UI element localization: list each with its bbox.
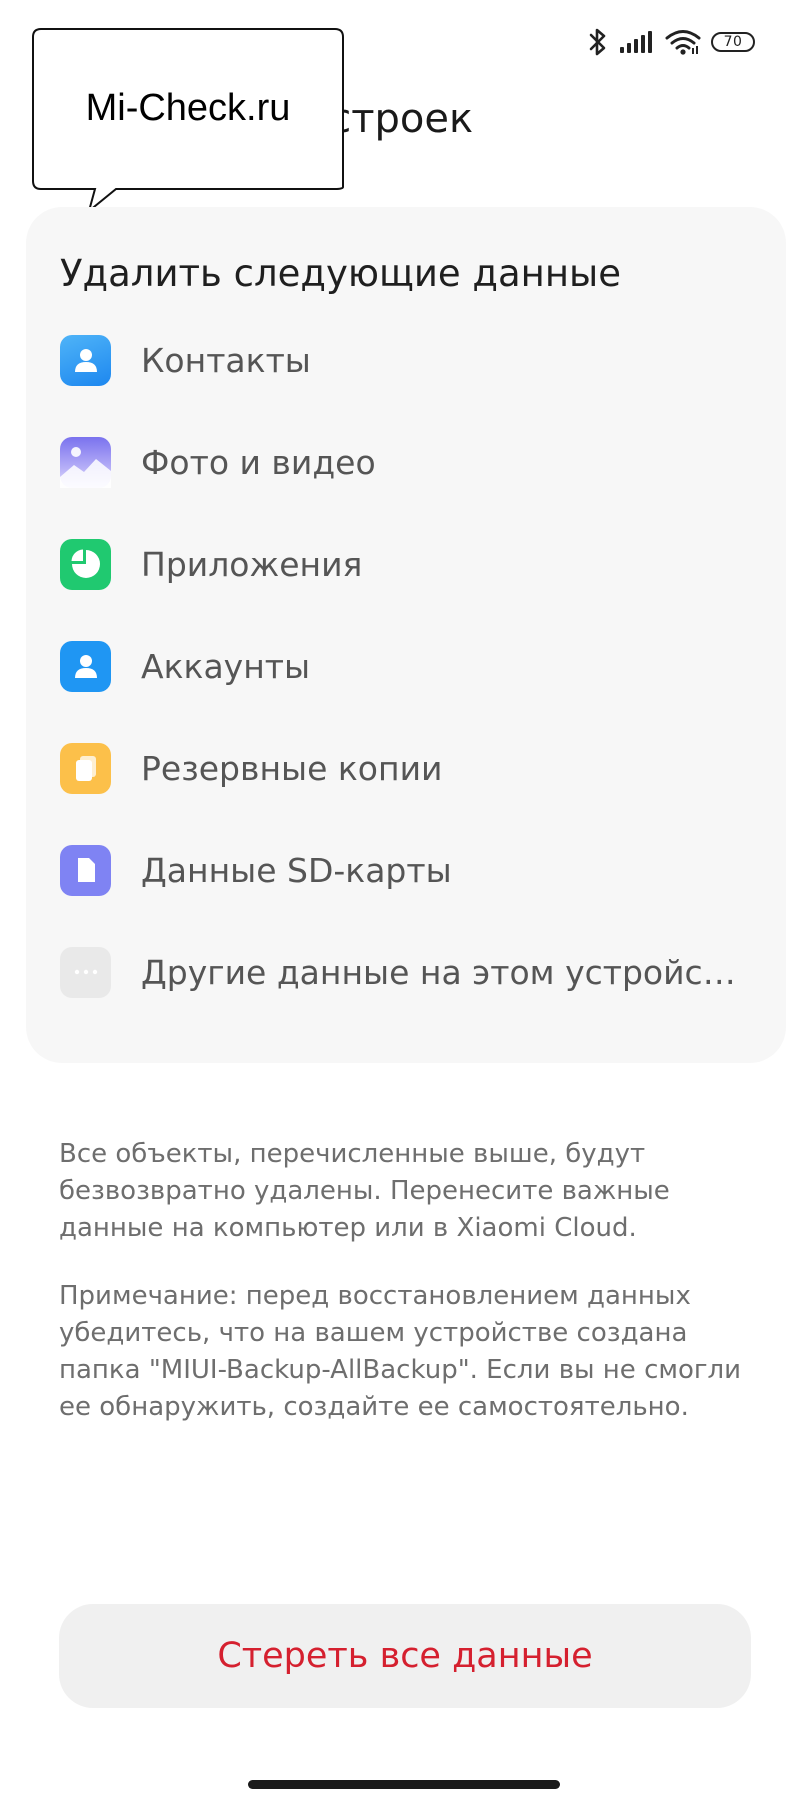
remark-text: Примечание: перед восстановлением данных… [59, 1281, 742, 1422]
data-list-card: Удалить следующие данные Контакты Фото и… [26, 207, 786, 1063]
wifi-icon [665, 28, 701, 56]
status-bar: 70 [587, 22, 755, 62]
more-dots-icon [60, 946, 111, 998]
erase-all-data-button[interactable]: Стереть все данные [59, 1604, 751, 1708]
list-item-label: Фото и видео [141, 442, 376, 482]
list-item-gallery: Фото и видео [60, 432, 376, 492]
contacts-icon [60, 334, 111, 386]
battery-level: 70 [723, 34, 743, 50]
sd-card-icon [60, 844, 111, 896]
home-indicator[interactable] [248, 1780, 560, 1789]
list-item-label: Резервные копии [141, 748, 443, 788]
watermark-text: Mi-Check.ru [85, 87, 291, 129]
battery-icon: 70 [711, 32, 755, 52]
signal-icon [619, 30, 655, 54]
list-item-contacts: Контакты [60, 330, 311, 390]
list-item-label: Аккаунты [141, 646, 311, 686]
list-item-label: Данные SD-карты [141, 850, 452, 890]
gallery-icon [60, 436, 111, 488]
list-item-backups: Резервные копии [60, 738, 442, 798]
list-item-apps: Приложения [60, 534, 362, 594]
list-item-accounts: Аккаунты [60, 636, 310, 696]
list-item-other-data: Другие данные на этом устройс… [60, 942, 736, 1002]
list-item-label: Приложения [141, 544, 363, 584]
account-icon [60, 640, 111, 692]
apps-pie-icon [60, 538, 111, 590]
list-item-label: Другие данные на этом устройс… [141, 952, 736, 992]
warning-text: Все объекты, перечисленные выше, будут б… [59, 1139, 670, 1243]
card-title: Удалить следующие данные [60, 252, 622, 295]
list-item-sd-card: Данные SD-карты [60, 840, 452, 900]
bluetooth-icon [587, 27, 609, 57]
backup-icon [60, 742, 111, 794]
watermark-callout: Mi-Check.ru [31, 27, 345, 213]
list-item-label: Контакты [141, 340, 311, 380]
